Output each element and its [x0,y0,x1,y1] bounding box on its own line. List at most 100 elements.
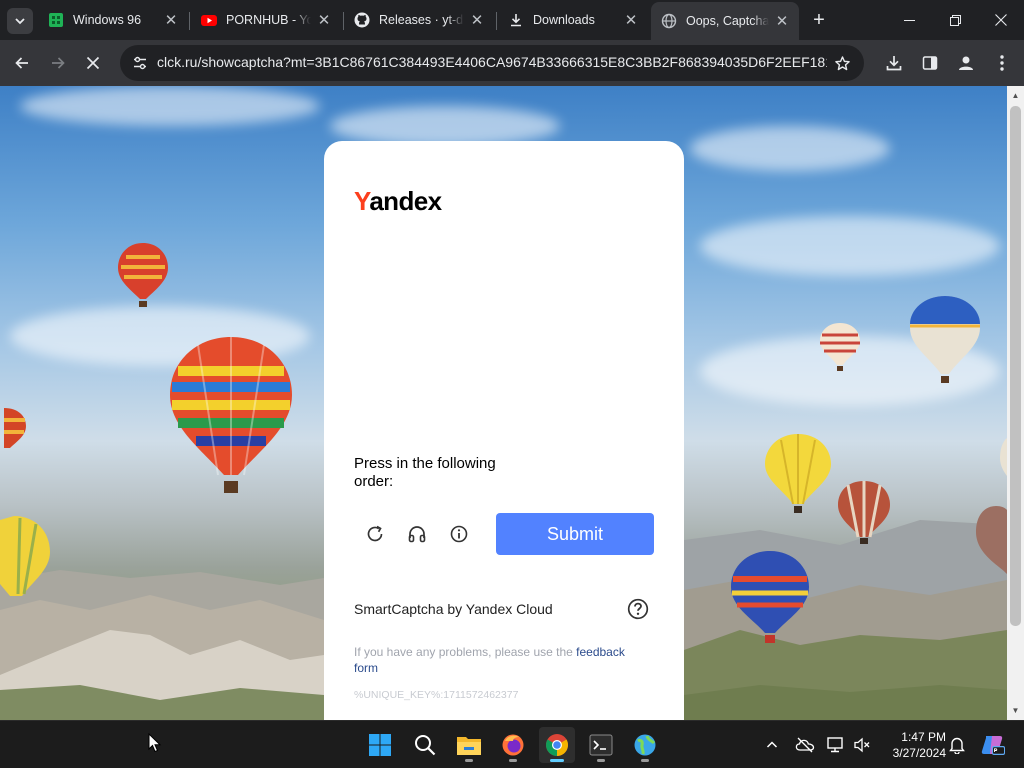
menu-button[interactable] [986,47,1018,79]
scroll-down-arrow-icon[interactable]: ▼ [1011,706,1020,715]
tab-downloads[interactable]: Downloads ✕ [498,4,648,36]
refresh-captcha-button[interactable] [362,521,388,547]
terminal-icon [589,734,613,756]
file-explorer-button[interactable] [451,727,487,763]
tab-title: Windows 96 [73,13,142,27]
smartcaptcha-brand: SmartCaptcha by Yandex Cloud [354,601,553,617]
bookmark-star-button[interactable] [828,49,856,77]
tab-title: PORNHUB - Yo [226,13,311,27]
hot-air-balloon [820,323,860,371]
chrome-button[interactable] [539,727,575,763]
tab-title: Oops, Captcha! [686,14,769,28]
tab-captcha[interactable]: Oops, Captcha! ✕ [651,2,799,40]
forward-button[interactable] [42,47,74,79]
firefox-button[interactable] [495,727,531,763]
hot-air-balloon [170,337,292,493]
volume-button[interactable] [852,735,872,755]
running-indicator [509,759,517,762]
close-tab-icon[interactable]: ✕ [315,11,333,29]
network-icon [827,737,843,753]
hot-air-balloon [910,296,980,383]
tab-search-button[interactable] [7,8,33,34]
active-indicator [550,759,564,762]
globe-app-button[interactable] [627,727,663,763]
side-panel-icon [922,56,938,70]
minimize-icon [903,19,915,21]
stop-loading-button[interactable] [77,47,109,79]
close-window-button[interactable] [978,0,1024,40]
screen: Windows 96 ✕ PORNHUB - Yo ✕ Releases · y… [0,0,1024,768]
forward-arrow-icon [52,57,65,69]
windows-logo-icon [369,734,391,756]
url-text[interactable]: clck.ru/showcaptcha?mt=3B1C86761C384493E… [157,54,827,70]
search-button[interactable] [407,727,443,763]
yandex-logo: Yandex [354,186,442,216]
taskbar-clock[interactable]: 1:47 PM 3/27/2024 [880,729,946,761]
chrome-icon [546,734,568,756]
hot-air-balloon [731,551,809,643]
running-indicator [597,759,605,762]
onedrive-button[interactable] [795,735,815,755]
chevron-up-icon [766,741,778,748]
profile-icon [959,56,973,70]
clock-date: 3/27/2024 [892,746,946,760]
refresh-icon [367,525,383,542]
scrollbar-thumb[interactable] [1010,106,1021,626]
start-button[interactable] [362,727,398,763]
close-tab-icon[interactable]: ✕ [162,11,180,29]
captcha-card: Yandex Press in the following order: Sub… [324,141,684,720]
close-tab-icon[interactable]: ✕ [468,11,486,29]
info-icon [450,525,468,543]
captcha-instruction: Press in the following order: [354,455,496,490]
cloud-offline-icon [795,737,815,753]
help-button[interactable] [627,598,649,620]
copilot-icon [981,736,1005,755]
tab-title: Releases · yt-dl [379,13,464,27]
restore-button[interactable] [932,0,978,40]
minimize-button[interactable] [886,0,932,40]
browser-toolbar: clck.ru/showcaptcha?mt=3B1C86761C384493E… [0,40,1024,86]
tab-youtube[interactable]: PORNHUB - Yo ✕ [191,4,341,36]
hot-air-balloon [838,481,890,544]
tab-github-releases[interactable]: Releases · yt-dl ✕ [344,4,494,36]
close-icon [86,56,100,70]
show-hidden-icons-button[interactable] [762,735,782,755]
hot-air-balloon [0,516,50,596]
help-icon [627,598,649,620]
youtube-favicon [201,12,217,28]
more-vertical-icon [1000,55,1004,71]
new-tab-button[interactable]: + [807,8,831,32]
github-favicon [354,12,370,28]
downloads-button[interactable] [878,47,910,79]
cloud [330,106,560,146]
profile-button[interactable] [950,47,982,79]
address-bar[interactable]: clck.ru/showcaptcha?mt=3B1C86761C384493E… [120,45,864,81]
side-panel-button[interactable] [914,47,946,79]
site-info-button[interactable] [126,49,154,77]
cloud [20,86,320,126]
file-explorer-icon [457,737,481,755]
hot-air-balloon [765,434,831,513]
close-tab-icon[interactable]: ✕ [622,11,640,29]
info-button[interactable] [446,521,472,547]
notifications-button[interactable] [947,735,967,755]
cloud [690,126,890,171]
bell-icon [949,737,965,754]
mouse-cursor-icon [148,733,162,753]
page-scrollbar[interactable]: ▲ ▼ [1007,86,1024,720]
back-button[interactable] [6,47,38,79]
submit-button[interactable]: Submit [496,513,654,555]
download-icon [508,12,524,28]
network-button[interactable] [826,735,846,755]
volume-muted-icon [854,737,870,753]
terminal-button[interactable] [583,727,619,763]
copilot-button[interactable] [980,732,1006,758]
windows96-favicon [48,12,64,28]
tab-strip: Windows 96 ✕ PORNHUB - Yo ✕ Releases · y… [0,0,1024,40]
scroll-up-arrow-icon[interactable]: ▲ [1011,91,1020,100]
audio-captcha-button[interactable] [404,521,430,547]
loading-globe-icon [661,13,677,29]
hot-air-balloon [976,506,1007,574]
close-tab-icon[interactable]: ✕ [773,12,791,30]
tab-windows96[interactable]: Windows 96 ✕ [38,4,188,36]
